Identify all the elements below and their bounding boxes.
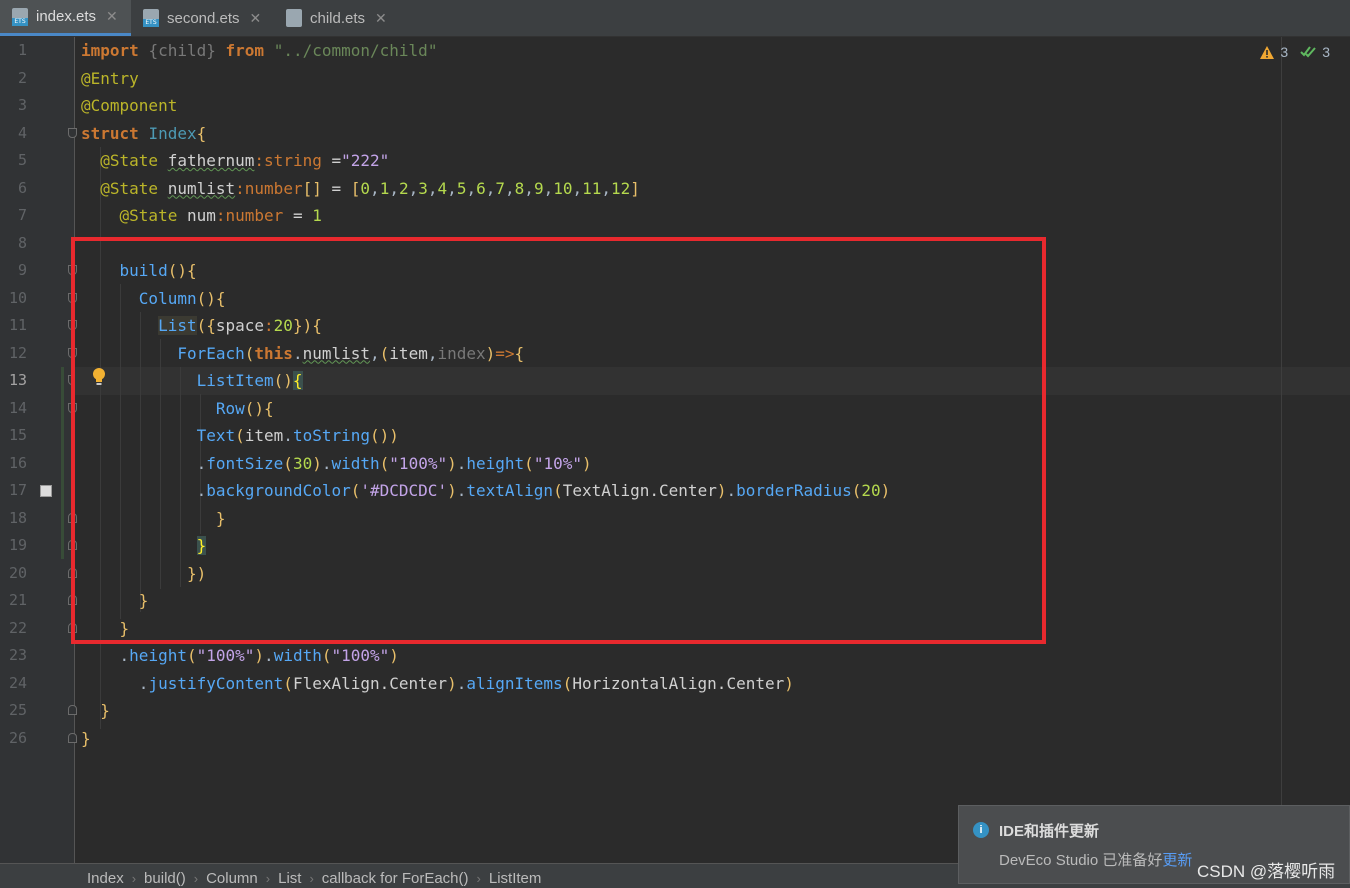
right-margin-guide (1281, 37, 1282, 827)
line-number: 21 (8, 591, 27, 609)
line-number-gutter[interactable]: 1 2 3 4 5 6 7 8 9 10 11 12 13 14 15 16 1… (0, 37, 77, 863)
info-icon: i (973, 822, 989, 838)
notification-text: DevEco Studio 已准备好 (999, 852, 1163, 869)
notification-title: IDE和插件更新 (999, 823, 1100, 840)
breadcrumb-item[interactable]: Column (206, 870, 258, 887)
breadcrumb-item[interactable]: build() (144, 870, 186, 887)
inspection-widget[interactable]: 3 3 (1260, 44, 1330, 60)
line-number: 26 (8, 728, 27, 747)
tab-label: index.ets (36, 8, 97, 25)
line-number: 22 (8, 618, 27, 637)
line-number: 19 (8, 536, 27, 554)
ets-file-icon (143, 9, 159, 27)
code-line-24: .justifyContent(FlexAlign.Center).alignI… (81, 673, 794, 693)
chevron-right-icon: › (131, 871, 137, 886)
line-number: 7 (17, 206, 27, 224)
tab-child-ets[interactable]: child.ets ✕ (274, 0, 404, 36)
warning-icon (1260, 45, 1275, 59)
line-number: 3 (17, 96, 27, 114)
breadcrumb-item[interactable]: callback for ForEach() (322, 870, 469, 887)
close-icon[interactable]: ✕ (375, 10, 387, 27)
code-line-3: @Component (81, 96, 178, 115)
line-number: 4 (17, 123, 27, 142)
breadcrumb-item[interactable]: Index (87, 870, 124, 887)
code-line-4: struct Index{ (81, 123, 207, 143)
line-number: 17 (8, 481, 27, 499)
breadcrumb-item[interactable]: List (278, 870, 301, 887)
bookmark-icon[interactable] (40, 485, 52, 497)
tab-index-ets[interactable]: index.ets ✕ (0, 0, 131, 36)
breadcrumb-item[interactable]: ListItem (489, 870, 542, 887)
line-number: 8 (17, 233, 27, 252)
line-number: 10 (8, 288, 27, 307)
line-number: 1 (17, 41, 27, 59)
file-icon (286, 9, 302, 27)
ets-file-icon (12, 7, 28, 26)
close-icon[interactable]: ✕ (250, 10, 262, 27)
line-number: 18 (8, 508, 27, 527)
code-line-26: } (81, 728, 91, 748)
tab-second-ets[interactable]: second.ets ✕ (131, 0, 274, 36)
code-line-7: @State num:number = 1 (119, 206, 322, 225)
line-number-current: 13 (8, 371, 27, 389)
chevron-right-icon: › (309, 871, 314, 886)
line-number: 9 (17, 261, 27, 279)
line-number: 14 (8, 398, 27, 417)
double-check-icon (1300, 46, 1316, 58)
line-number: 12 (8, 343, 27, 362)
code-line-23: .height("100%").width("100%") (81, 646, 399, 665)
line-number: 2 (17, 68, 27, 87)
line-number: 6 (17, 178, 27, 197)
ok-count: 3 (1322, 44, 1330, 60)
line-number: 20 (8, 563, 27, 582)
line-number: 5 (17, 151, 27, 169)
editor-tab-bar: index.ets ✕ second.ets ✕ child.ets ✕ (0, 0, 1350, 37)
code-line-5: @State fathernum:string ="222" (100, 151, 390, 170)
watermark: CSDN @落樱听雨 (1197, 862, 1336, 881)
chevron-right-icon: › (265, 871, 271, 886)
code-line-1: import {child} from "../common/child" (81, 41, 438, 60)
breadcrumb: Index › build() › Column › List › callba… (87, 870, 541, 887)
line-number: 24 (8, 673, 27, 692)
code-line-2: @Entry (81, 68, 139, 88)
code-line-25: } (100, 701, 110, 720)
tab-label: child.ets (310, 9, 366, 27)
line-number: 11 (8, 316, 27, 334)
line-number: 16 (8, 453, 27, 472)
vcs-change-marker[interactable] (61, 367, 64, 559)
chevron-right-icon: › (476, 871, 481, 886)
line-number: 15 (8, 426, 27, 444)
chevron-right-icon: › (193, 871, 199, 886)
highlight-box (71, 237, 1046, 644)
notification-body: DevEco Studio 已准备好更新 (999, 849, 1192, 870)
close-icon[interactable]: ✕ (106, 8, 118, 25)
code-line-6: @State numlist:number[] = [0,1,2,3,4,5,6… (100, 178, 640, 198)
update-link[interactable]: 更新 (1162, 852, 1192, 869)
warning-count: 3 (1280, 44, 1289, 60)
line-number: 25 (8, 701, 27, 719)
line-number: 23 (8, 646, 27, 664)
tab-label: second.ets (167, 9, 240, 27)
